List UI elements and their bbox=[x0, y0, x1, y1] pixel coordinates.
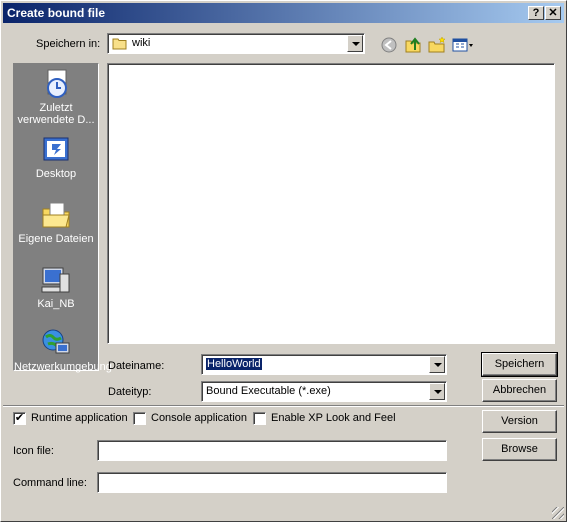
location-dropdown-arrow[interactable] bbox=[347, 35, 363, 52]
separator bbox=[3, 405, 564, 407]
my-documents-icon bbox=[42, 202, 70, 228]
filetype-label: Dateityp: bbox=[108, 386, 152, 398]
filetype-select[interactable]: Bound Executable (*.exe) bbox=[201, 381, 447, 402]
place-my-documents-label: Eigene Dateien bbox=[18, 233, 94, 245]
up-folder-icon[interactable] bbox=[403, 35, 423, 55]
icon-file-label: Icon file: bbox=[13, 445, 54, 457]
runtime-application-checkbox[interactable]: ✔ bbox=[13, 412, 26, 425]
command-line-input[interactable] bbox=[97, 472, 447, 493]
window-title: Create bound file bbox=[7, 6, 106, 20]
filetype-dropdown-arrow[interactable] bbox=[429, 383, 445, 400]
desktop-icon bbox=[43, 137, 69, 161]
location-value: wiki bbox=[132, 37, 151, 49]
back-icon[interactable] bbox=[379, 35, 399, 55]
places-bar: Zuletzt verwendete D... Desktop Eigene D… bbox=[13, 63, 112, 373]
cancel-button[interactable]: Abbrechen bbox=[482, 379, 557, 402]
title-bar[interactable]: Create bound file ? ✕ bbox=[3, 3, 564, 23]
filename-label: Dateiname: bbox=[108, 360, 165, 372]
close-button[interactable]: ✕ bbox=[545, 6, 561, 20]
place-network[interactable]: Netzwerkumgebung bbox=[14, 327, 112, 373]
console-application-checkbox[interactable] bbox=[133, 412, 146, 425]
runtime-application-label[interactable]: Runtime application bbox=[31, 412, 128, 424]
place-desktop[interactable]: Desktop bbox=[14, 134, 98, 180]
save-button[interactable]: Speichern bbox=[481, 352, 558, 377]
place-desktop-label: Desktop bbox=[35, 168, 77, 180]
help-button[interactable]: ? bbox=[528, 6, 544, 20]
browse-button[interactable]: Browse bbox=[482, 438, 557, 461]
recent-documents-icon bbox=[47, 69, 67, 98]
filename-dropdown-arrow[interactable] bbox=[429, 356, 445, 373]
file-list[interactable] bbox=[107, 63, 555, 344]
folder-icon bbox=[112, 38, 127, 50]
xp-look-label[interactable]: Enable XP Look and Feel bbox=[271, 412, 396, 424]
new-folder-icon[interactable] bbox=[427, 35, 447, 55]
dialog-window: Create bound file ? ✕ Speichern in: wiki bbox=[0, 0, 567, 522]
icon-file-input[interactable] bbox=[97, 440, 447, 461]
place-computer[interactable]: Kai_NB bbox=[14, 264, 98, 310]
computer-icon bbox=[41, 267, 70, 293]
filename-combo[interactable]: HelloWorld bbox=[201, 354, 447, 375]
location-combo[interactable]: wiki bbox=[107, 33, 365, 54]
command-line-label: Command line: bbox=[13, 477, 87, 489]
place-recent[interactable]: Zuletzt verwendete D... bbox=[14, 68, 98, 126]
place-my-documents[interactable]: Eigene Dateien bbox=[14, 199, 98, 245]
place-network-label: Netzwerkumgebung bbox=[14, 361, 112, 373]
filetype-value: Bound Executable (*.exe) bbox=[206, 385, 331, 397]
place-computer-label: Kai_NB bbox=[37, 298, 75, 310]
view-menu-icon[interactable] bbox=[451, 35, 475, 55]
filename-input[interactable]: HelloWorld bbox=[206, 358, 262, 370]
xp-look-checkbox[interactable] bbox=[253, 412, 266, 425]
location-label: Speichern in: bbox=[36, 38, 101, 50]
network-icon bbox=[42, 329, 70, 354]
console-application-label[interactable]: Console application bbox=[151, 412, 247, 424]
place-recent-label: Zuletzt verwendete D... bbox=[17, 102, 95, 126]
version-button[interactable]: Version bbox=[482, 410, 557, 433]
resize-grip[interactable] bbox=[552, 507, 564, 519]
